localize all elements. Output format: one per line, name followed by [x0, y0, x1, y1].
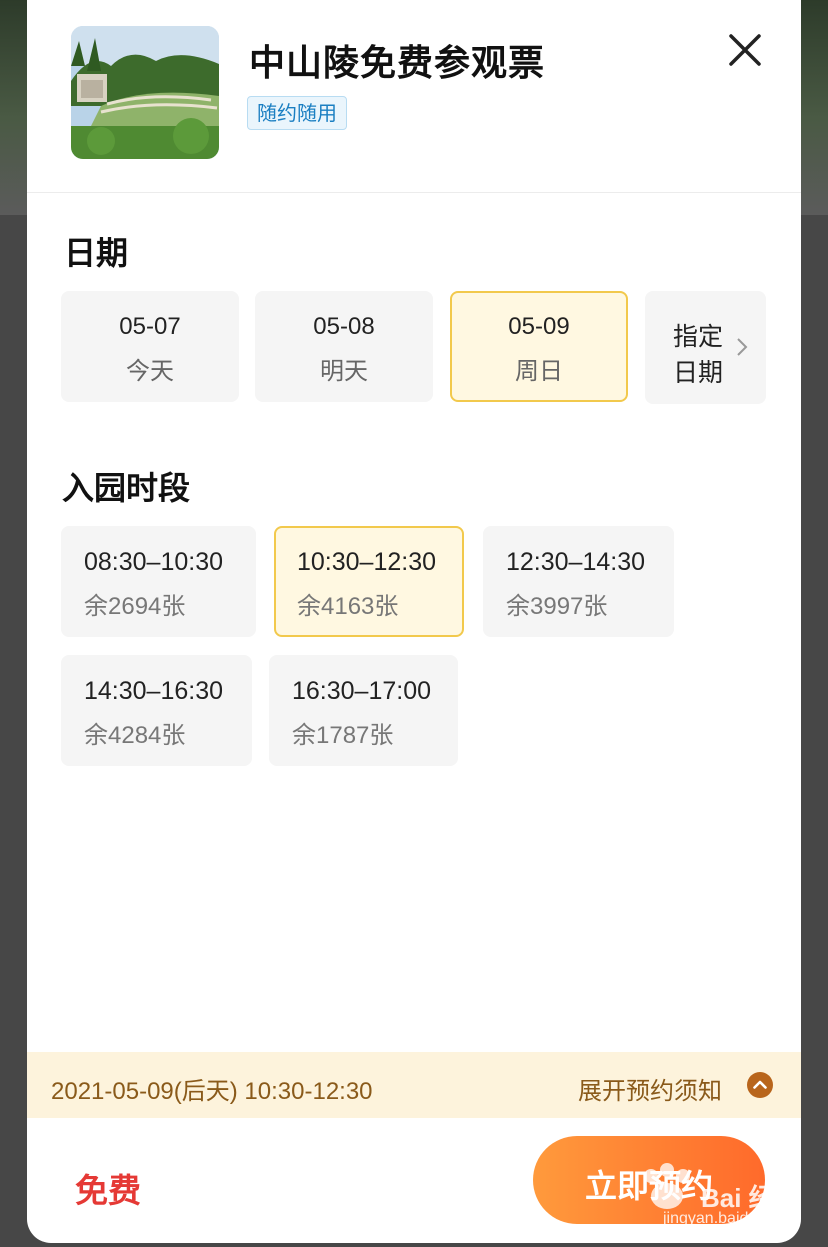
date-option-0508[interactable]: 05-08 明天 [255, 291, 433, 402]
date-option-date: 05-07 [119, 313, 181, 340]
time-slot-1030[interactable]: 10:30–12:30 余4163张 [274, 526, 464, 637]
date-option-0509[interactable]: 05-09 周日 [450, 291, 628, 402]
watermark-url: jingyan.baidu.com [663, 1210, 792, 1227]
time-slot-time: 14:30–16:30 [84, 677, 224, 705]
close-icon[interactable] [725, 30, 765, 70]
ticket-title: 中山陵免费参观票 [249, 42, 546, 83]
time-slot-1230[interactable]: 12:30–14:30 余3997张 [483, 526, 674, 637]
chevron-right-icon [737, 338, 748, 356]
date-option-label: 周日 [515, 358, 563, 385]
date-option-label: 明天 [320, 358, 368, 385]
date-option-date: 05-09 [508, 313, 570, 340]
ticket-thumbnail-image [71, 26, 219, 159]
specify-date-label-2: 日期 [673, 359, 724, 387]
date-section-title: 日期 [64, 235, 129, 271]
usage-tag: 随约随用 [247, 96, 347, 130]
time-slot-time: 10:30–12:30 [297, 548, 437, 576]
baidu-jingyan-watermark: Bai 经验 jingyan.baidu.com [627, 1156, 801, 1236]
ticket-booking-sheet: 中山陵免费参观票 随约随用 日期 05-07 今天 05-08 明天 05-09… [27, 0, 801, 1243]
time-section-title: 入园时段 [62, 470, 191, 506]
time-slot-1630[interactable]: 16:30–17:00 余1787张 [269, 655, 458, 766]
time-slot-time: 16:30–17:00 [292, 677, 432, 705]
chevron-up-circle-icon[interactable] [747, 1072, 773, 1098]
date-option-date: 05-08 [313, 313, 375, 340]
date-option-0507[interactable]: 05-07 今天 [61, 291, 239, 402]
time-slot-remaining: 余2694张 [84, 593, 186, 620]
price-label: 免费 [75, 1172, 141, 1209]
time-slot-1430[interactable]: 14:30–16:30 余4284张 [61, 655, 252, 766]
time-slot-remaining: 余4284张 [84, 722, 186, 749]
time-slot-remaining: 余4163张 [297, 593, 399, 620]
paw-logo-icon [644, 1163, 690, 1209]
time-slot-0830[interactable]: 08:30–10:30 余2694张 [61, 526, 256, 637]
time-slot-time: 12:30–14:30 [506, 548, 646, 576]
selection-summary: 2021-05-09(后天) 10:30-12:30 [51, 1078, 373, 1105]
time-slot-time: 08:30–10:30 [84, 548, 224, 576]
time-slot-remaining: 余3997张 [506, 593, 608, 620]
time-slot-remaining: 余1787张 [292, 722, 394, 749]
date-option-label: 今天 [126, 358, 174, 385]
header-divider [27, 192, 801, 193]
selection-summary-bar: 2021-05-09(后天) 10:30-12:30 展开预约须知 [27, 1052, 801, 1118]
specify-date-label-1: 指定 [673, 323, 724, 351]
expand-notice-link[interactable]: 展开预约须知 [578, 1071, 722, 1106]
specify-date-button[interactable]: 指定 日期 [645, 291, 766, 404]
